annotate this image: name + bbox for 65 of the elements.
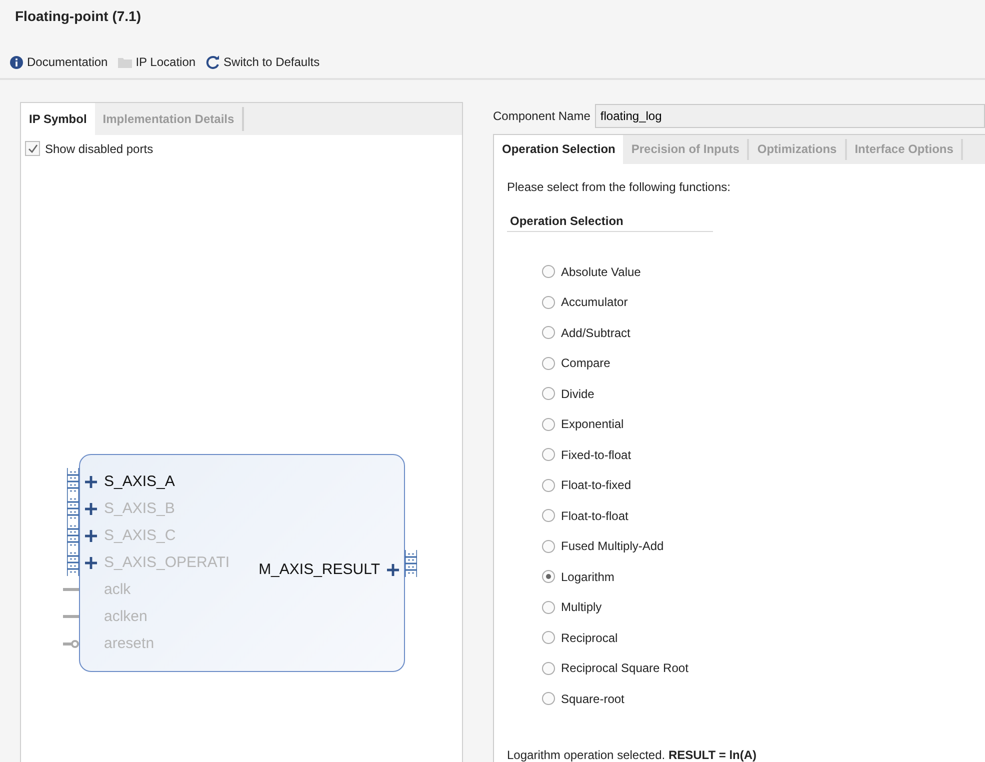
tab[interactable]: Operation Selection: [494, 135, 624, 164]
radio-button[interactable]: [542, 326, 555, 340]
tab[interactable]: IP Symbol: [21, 103, 95, 135]
bus-connector-icon: [67, 522, 79, 549]
toolbar-button[interactable]: IP Location: [118, 55, 196, 69]
port-label: aclken: [104, 608, 148, 625]
radio-label: Fused Multiply-Add: [561, 539, 664, 554]
radio-button[interactable]: [542, 448, 555, 462]
radio-button[interactable]: [542, 418, 555, 431]
bus-connector-icon: [67, 549, 79, 576]
radio-label: Reciprocal: [561, 630, 618, 645]
radio-label: Compare: [561, 356, 610, 370]
expand-icon[interactable]: [386, 562, 400, 576]
port-label: M_AXIS_RESULT: [258, 561, 380, 578]
bus-connector-icon: [67, 495, 79, 522]
radio-button[interactable]: [542, 387, 555, 400]
info-icon: [10, 56, 23, 68]
radio-label: Logarithm: [561, 570, 614, 584]
folder-icon: [118, 56, 132, 68]
field-label: Component Name: [493, 109, 590, 123]
radio-label: Float-to-float: [561, 508, 628, 523]
expand-icon[interactable]: [84, 474, 98, 488]
radio-label: Float-to-fixed: [561, 478, 632, 492]
radio-button[interactable]: [542, 631, 555, 644]
checkbox-label: Show disabled ports: [45, 142, 154, 156]
radio-label: Square-root: [561, 692, 624, 706]
radio-label: Reciprocal Square Root: [561, 661, 688, 676]
radio-button[interactable]: [542, 478, 555, 492]
radio-button[interactable]: [542, 570, 555, 584]
radio-button[interactable]: [542, 600, 555, 614]
window-title: Floating-point (7.1): [14, 7, 142, 26]
instruction-text: Please select from the following functions:: [507, 180, 732, 194]
radio-button[interactable]: [542, 692, 555, 706]
bus-connector-icon: [405, 550, 417, 576]
toolbar-button[interactable]: Documentation: [10, 55, 108, 69]
result-note: Logarithm operation selected. RESULT = ln(A): [507, 748, 758, 762]
radio-button[interactable]: [542, 540, 555, 553]
expand-icon[interactable]: [84, 556, 98, 570]
checkbox[interactable]: [25, 141, 40, 156]
refresh-icon: [206, 55, 220, 69]
port-label: S_AXIS_C: [104, 527, 176, 544]
radio-label: Exponential: [561, 417, 624, 432]
port-label: aclk: [104, 581, 131, 598]
radio-button[interactable]: [542, 296, 555, 309]
port-label: S_AXIS_A: [104, 473, 175, 490]
radio-label: Divide: [561, 386, 594, 401]
radio-label: Multiply: [561, 600, 602, 614]
section-heading: Operation Selection: [507, 194, 713, 232]
expand-icon[interactable]: [84, 528, 98, 542]
port-label: S_AXIS_B: [104, 500, 175, 517]
radio-label: Accumulator: [561, 295, 628, 310]
radio-button[interactable]: [542, 662, 555, 675]
toolbar-button[interactable]: Switch to Defaults: [206, 55, 320, 69]
radio-button[interactable]: [542, 265, 555, 278]
radio-label: Absolute Value: [561, 264, 641, 279]
radio-button[interactable]: [542, 356, 555, 370]
inverted-pin-icon: [63, 638, 79, 648]
port-label: S_AXIS_OPERATI: [104, 554, 230, 571]
radio-label: Add/Subtract: [561, 326, 630, 340]
radio-button[interactable]: [542, 509, 555, 522]
expand-icon[interactable]: [84, 502, 98, 516]
component-name-field[interactable]: floating_log: [595, 104, 985, 128]
port-label: aresetn: [104, 635, 154, 652]
radio-label: Fixed-to-float: [561, 448, 632, 462]
bus-connector-icon: [67, 468, 79, 495]
